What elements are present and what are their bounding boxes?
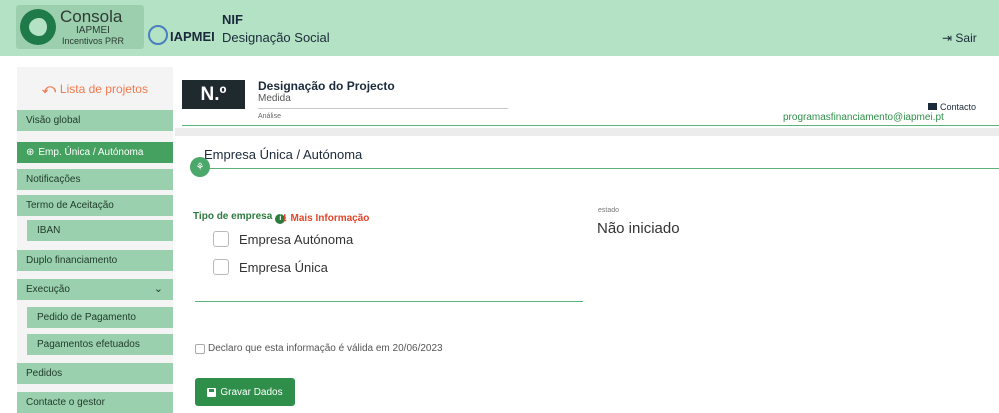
consola-logo-icon [20,9,56,45]
brand-subtitle-prr: Incentivos PRR [62,36,125,46]
contact-text: Contacto [940,102,977,112]
chevron-down-icon: ⌄ [153,283,163,295]
card-title: Empresa Única / Autónoma [204,147,363,162]
iapmei-logo-icon [148,25,168,45]
sidebar-head-label: Lista de projetos [59,81,148,96]
tipo-empresa-text: Tipo de empresa [193,211,273,222]
sidebar-item-label: Pedidos [26,368,63,379]
project-divider [258,108,508,109]
option-empresa-unica[interactable]: Empresa Única [213,258,328,276]
sidebar-item-label: Emp. Única / Autónoma [38,147,144,158]
tipo-empresa-label: Tipo de empresa i [193,211,286,224]
project-title: Designação do Projecto [258,79,395,93]
project-number-badge: N.º [182,80,245,109]
option-label: Empresa Autónoma [239,231,354,247]
checkbox-empresa-unica[interactable] [213,259,229,275]
option-label: Empresa Única [239,259,328,275]
sidebar-item-termo-aceitacao[interactable]: Termo de Aceitação [17,195,173,216]
card-title-divider [195,168,999,169]
logout-icon: ⇥ [942,31,953,45]
save-icon [207,387,217,397]
nif-label: NIF [222,12,243,27]
declaro-checkbox[interactable] [195,343,205,354]
sidebar-item-emp-unica[interactable]: ⊕ Emp. Única / Autónoma [17,142,173,163]
download-icon: ⭳ [283,213,287,224]
sidebar-item-label: IBAN [37,225,61,236]
sidebar-item-pagamentos-efetuados[interactable]: Pagamentos efetuados [27,334,173,355]
declaro-label: Declaro que esta informação é válida em … [208,343,443,354]
logout-button[interactable]: ⇥ Sair [942,31,977,45]
iapmei-wordmark: IAPMEI [170,29,215,44]
gravar-dados-button[interactable]: Gravar Dados [195,378,295,406]
sidebar-item-visao-global[interactable]: Visão global [17,110,173,131]
project-list-icon: ⤺ [42,80,56,96]
brand-subtitle-iapmei: IAPMEI [76,25,110,36]
envelope-icon [928,103,937,110]
arrow-circle-icon: ⊕ [26,147,35,158]
sidebar-item-execucao[interactable]: Execução ⌄ [17,279,173,300]
sidebar: ⤺ Lista de projetos Visão global ⊕ Emp. Ú… [17,67,173,413]
sidebar-item-notificacoes[interactable]: Notificações [17,169,173,190]
checkbox-empresa-autonoma[interactable] [213,231,229,247]
project-medida: Medida [258,93,291,104]
declaro-checkbox-row[interactable]: Declaro que esta informação é válida em … [195,343,443,354]
sidebar-item-label: Termo de Aceitação [26,200,114,211]
contact-label: Contacto [928,102,976,112]
brand-logo-block[interactable]: Consola IAPMEI Incentivos PRR [16,5,144,49]
sidebar-item-iban[interactable]: IBAN [27,220,173,241]
sitemap-icon: ⚘ [190,157,210,177]
header-divider [182,125,999,126]
sidebar-item-label: Pedido de Pagamento [37,312,136,323]
sidebar-project-list-link[interactable]: ⤺ Lista de projetos [17,67,173,110]
mais-info-text: Mais Informação [290,213,370,224]
sidebar-item-label: Duplo financiamento [26,255,118,266]
estado-label: estado [598,207,620,214]
logout-label: Sair [955,31,977,45]
sidebar-item-label: Contacte o gestor [26,397,105,408]
sidebar-item-contacte-gestor[interactable]: Contacte o gestor [17,392,173,413]
mais-informacao-link[interactable]: ⭳ Mais Informação [283,211,369,228]
top-bar: Consola IAPMEI Incentivos PRR IAPMEI NIF… [0,0,999,56]
project-status-analise: Análise [258,113,281,120]
sidebar-item-pedidos[interactable]: Pedidos [17,363,173,384]
option-empresa-autonoma[interactable]: Empresa Autónoma [213,230,353,248]
sidebar-item-pedido-pagamento[interactable]: Pedido de Pagamento [27,307,173,328]
contact-email-link[interactable]: programasfinanciamento@iapmei.pt [783,112,944,123]
sidebar-item-label: Notificações [26,174,81,185]
estado-value: Não iniciado [597,220,680,237]
sidebar-item-label: Execução [26,284,70,295]
designacao-social-label: Designação Social [222,30,330,45]
field-divider [195,301,583,302]
gravar-label: Gravar Dados [220,386,283,398]
brand-title: Consola [60,7,123,26]
sidebar-item-label: Pagamentos efetuados [37,339,140,350]
sidebar-item-duplo-financiamento[interactable]: Duplo financiamento [17,250,173,271]
sidebar-item-label: Visão global [26,115,81,126]
section-gap [175,128,999,136]
